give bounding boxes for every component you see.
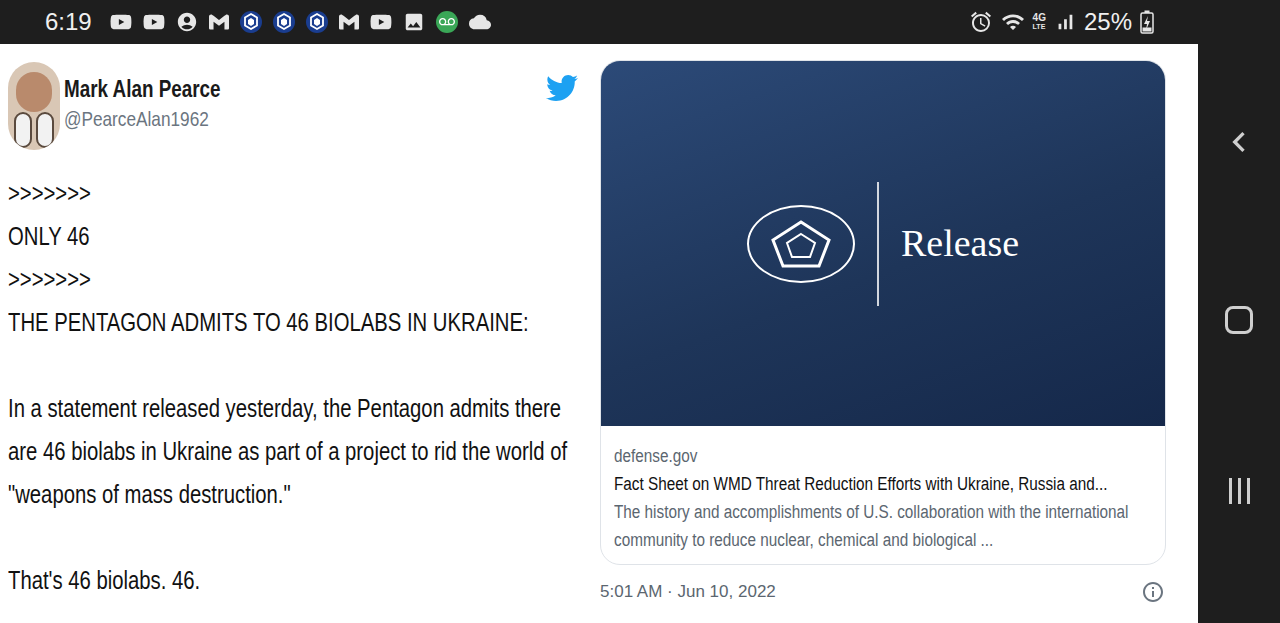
- image-label: Release: [901, 215, 1019, 272]
- timestamp[interactable]: 5:01 AM · Jun 10, 2022: [600, 579, 776, 605]
- voicemail-icon: [436, 11, 458, 33]
- crypto-app-icon: [306, 10, 328, 34]
- gmail-icon: [339, 12, 359, 32]
- battery-icon: [1140, 10, 1154, 34]
- notification-icons: [110, 10, 491, 34]
- tweet-media-column: Release defense.govFact Sheet on WMD Thre…: [600, 44, 1166, 623]
- card-domain: defense.gov: [614, 442, 1151, 470]
- tweet-line: In a statement released yesterday, the P…: [8, 387, 585, 516]
- youtube-icon: [143, 11, 165, 33]
- tweet-body: >>>>>>>ONLY 46>>>>>>>THE PENTAGON ADMITS…: [8, 172, 585, 602]
- tweet-paragraph: In a statement released yesterday, the P…: [8, 387, 585, 516]
- battery-percent: 25%: [1084, 10, 1132, 34]
- signal-icon: [1054, 11, 1076, 33]
- divider: [877, 182, 879, 306]
- author-name[interactable]: Mark Alan Pearce: [64, 74, 326, 104]
- alarm-icon: [969, 10, 993, 34]
- account-icon: [176, 11, 198, 33]
- cloud-icon: [469, 11, 491, 33]
- card-description: The history and accomplishments of U.S. …: [614, 498, 1151, 554]
- back-icon[interactable]: [1219, 122, 1259, 162]
- tweet-line: THE PENTAGON ADMITS TO 46 BIOLABS IN UKR…: [8, 301, 585, 344]
- crypto-app-icon: [273, 10, 295, 34]
- tweet-footer: 5:01 AM · Jun 10, 2022: [600, 579, 1166, 605]
- tweet-line: >>>>>>>: [8, 172, 585, 215]
- wifi-icon: [1001, 10, 1025, 34]
- network-type: 4GLTE: [1033, 13, 1046, 31]
- tweet-header: Mark Alan Pearce@PearceAlan1962: [8, 62, 578, 150]
- home-icon[interactable]: [1225, 306, 1253, 334]
- recents-icon[interactable]: [1229, 477, 1250, 505]
- content: Mark Alan Pearce@PearceAlan1962 >>>>>>>ON…: [0, 44, 1198, 623]
- navigation-bar: [1198, 0, 1280, 623]
- crypto-app-icon: [240, 10, 262, 34]
- youtube-icon: [370, 11, 392, 33]
- link-card[interactable]: Release defense.govFact Sheet on WMD Thre…: [600, 60, 1166, 565]
- author-avatar[interactable]: [8, 62, 60, 150]
- tweet-line: >>>>>>>: [8, 258, 585, 301]
- status-bar: 6:19 4GLTE 25%: [0, 0, 1198, 44]
- youtube-icon: [110, 11, 132, 33]
- gallery-icon: [403, 11, 425, 33]
- tweet-line: That's 46 biolabs. 46.: [8, 559, 585, 602]
- twitter-bird-icon: [546, 72, 578, 104]
- card-title: Fact Sheet on WMD Threat Reduction Effor…: [614, 470, 1151, 498]
- info-icon[interactable]: [1141, 580, 1165, 604]
- tweet-line: ONLY 46: [8, 215, 585, 258]
- pentagon-seal-icon: [747, 205, 855, 283]
- tweet-paragraph: That's 46 biolabs. 46.: [8, 559, 585, 602]
- tweet-paragraph: >>>>>>>ONLY 46>>>>>>>THE PENTAGON ADMITS…: [8, 172, 585, 344]
- author-handle[interactable]: @PearceAlan1962: [64, 104, 326, 134]
- gmail-icon: [209, 12, 229, 32]
- phone-screen: 6:19 4GLTE 25% Mark Alan Pearce@PearceAlan1…: [0, 0, 1280, 623]
- tweet: Mark Alan Pearce@PearceAlan1962 >>>>>>>ON…: [0, 44, 600, 623]
- card-image: Release: [601, 61, 1165, 426]
- clock: 6:19: [45, 10, 92, 34]
